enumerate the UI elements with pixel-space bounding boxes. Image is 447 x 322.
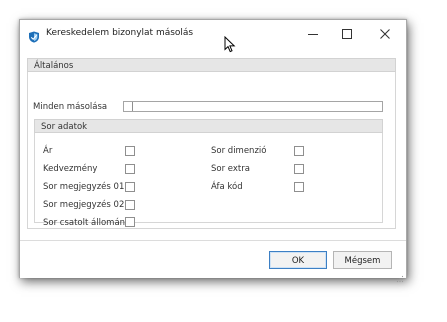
copy-all-track[interactable]	[123, 101, 383, 112]
price-label: Ár	[43, 146, 53, 156]
title-bar[interactable]: Kereskedelem bizonylat másolás	[20, 20, 406, 53]
vat-code-checkbox[interactable]	[294, 182, 304, 192]
copy-all-label: Minden másolása	[33, 102, 108, 112]
dialog-footer: OK Mégsem	[20, 240, 406, 283]
minimize-button[interactable]	[299, 25, 327, 43]
maximize-button[interactable]	[333, 25, 361, 43]
copy-all-slider-handle[interactable]	[124, 102, 133, 111]
close-icon	[380, 29, 390, 39]
general-group-header: Általános	[27, 58, 396, 72]
window-title: Kereskedelem bizonylat másolás	[46, 28, 194, 38]
close-button[interactable]	[371, 25, 399, 43]
row-data-group-header: Sor adatok	[34, 119, 383, 133]
row-note-01-checkbox[interactable]	[125, 182, 135, 192]
vat-code-label: Áfa kód	[211, 182, 243, 192]
dialog-content: Általános Minden másolása Sor adatok Ár …	[27, 52, 396, 229]
screen: Kereskedelem bizonylat másolás Általános…	[0, 0, 447, 322]
row-extra-checkbox[interactable]	[294, 164, 304, 174]
row-attachment-checkbox[interactable]	[125, 217, 135, 227]
cancel-button[interactable]: Mégsem	[333, 251, 392, 269]
row-note-02-checkbox[interactable]	[125, 200, 135, 210]
discount-label: Kedvezmény	[43, 164, 98, 174]
row-attachment-label: Sor csatolt állomány	[43, 218, 131, 228]
price-checkbox[interactable]	[125, 146, 135, 156]
general-group-title: Általános	[34, 61, 74, 71]
row-dimension-checkbox[interactable]	[294, 146, 304, 156]
mouse-cursor-icon	[224, 35, 236, 53]
app-shield-icon	[28, 28, 40, 43]
row-data-group-title: Sor adatok	[41, 122, 88, 132]
row-extra-label: Sor extra	[211, 164, 250, 174]
maximize-icon	[342, 29, 352, 39]
dialog-window: Kereskedelem bizonylat másolás Általános…	[19, 19, 407, 283]
row-dimension-label: Sor dimenzió	[211, 146, 267, 156]
row-note-01-label: Sor megjegyzés 01	[43, 182, 125, 192]
discount-checkbox[interactable]	[125, 164, 135, 174]
row-note-02-label: Sor megjegyzés 02	[43, 200, 125, 210]
minimize-icon	[308, 34, 318, 35]
ok-button[interactable]: OK	[269, 251, 327, 269]
resize-grip-icon[interactable]	[396, 268, 404, 283]
